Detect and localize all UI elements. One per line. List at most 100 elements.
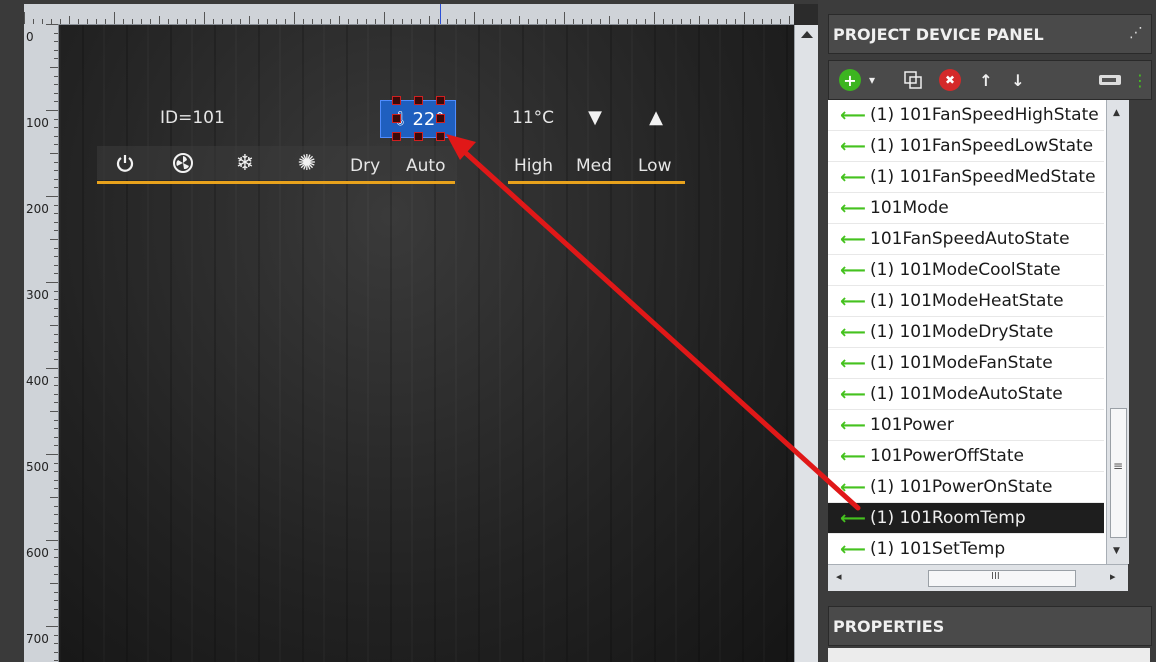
device-list-item[interactable]: ⟵ (1) 101ModeCoolState	[828, 255, 1104, 286]
copy-button[interactable]	[899, 69, 927, 91]
scroll-up-arrow-icon[interactable]	[801, 31, 813, 38]
device-list-item[interactable]: ⟵ 101Mode	[828, 193, 1104, 224]
ruler-tick	[50, 325, 58, 326]
panel-header: PROJECT DEVICE PANEL ⋰	[828, 14, 1152, 54]
green-arrow-icon: ⟵	[840, 414, 866, 436]
snowflake-icon: ❄	[235, 150, 255, 176]
temp-up-button[interactable]: ▲	[641, 102, 671, 132]
ruler-tick	[366, 19, 367, 24]
ruler-tick	[582, 19, 583, 24]
ruler-tick	[54, 342, 58, 344]
properties-header: PROPERTIES	[828, 606, 1152, 646]
device-list-item[interactable]: ⟵ 101PowerOffState	[828, 441, 1104, 472]
power-icon	[116, 155, 134, 172]
add-dropdown-button[interactable]: ▾	[865, 69, 879, 91]
ruler-tick	[141, 19, 142, 24]
project-device-panel: PROJECT DEVICE PANEL ⋰ + ▾ ✖ ↑ ↓ ⋮ ⟵ (1)…	[818, 0, 1156, 662]
auto-mode-button[interactable]: Auto	[406, 156, 445, 176]
ruler-tick	[636, 19, 637, 24]
ruler-tick	[339, 16, 340, 24]
device-list-item[interactable]: ⟵ 101Power	[828, 410, 1104, 441]
ruler-tick	[267, 19, 268, 24]
ruler-tick	[609, 16, 610, 24]
ruler-tick	[54, 505, 58, 507]
device-id-label[interactable]: ID=101	[160, 108, 225, 128]
ruler-tick	[672, 19, 673, 24]
resize-handle[interactable]	[436, 132, 445, 141]
device-list-item[interactable]: ⟵ (1) 101ModeFanState	[828, 348, 1104, 379]
ruler-tick	[231, 19, 232, 24]
rename-button[interactable]	[1097, 69, 1123, 91]
device-list-item[interactable]: ⟵ (1) 101ModeAutoState	[828, 379, 1104, 410]
resize-handle[interactable]	[436, 96, 445, 105]
ruler-tick	[46, 24, 58, 25]
green-arrow-icon: ⟵	[840, 383, 866, 405]
scroll-up-arrow-icon[interactable]: ▲	[1113, 108, 1120, 118]
fan-high-button[interactable]: High	[514, 156, 553, 176]
triangle-up-icon: ▲	[649, 106, 663, 128]
ruler-tick	[483, 19, 484, 24]
device-list-horizontal-scrollbar[interactable]: ◂ III ▸	[828, 564, 1128, 591]
add-button[interactable]: +	[839, 69, 861, 91]
device-list-item[interactable]: ⟵ (1) 101PowerOnState	[828, 472, 1104, 503]
ruler-tick	[249, 16, 250, 24]
ruler-tick	[54, 574, 58, 576]
scrollbar-thumb[interactable]: ≡	[1110, 408, 1127, 538]
device-list-item[interactable]: ⟵ (1) 101FanSpeedMedState	[828, 162, 1104, 193]
device-list-vertical-scrollbar[interactable]: ▲ ≡ ▼	[1106, 100, 1129, 564]
ruler-tick	[60, 19, 61, 24]
cool-mode-button[interactable]: ❄	[230, 148, 260, 178]
ruler-label: 400	[26, 374, 49, 388]
more-tools-icon[interactable]: ⋮	[1132, 69, 1148, 91]
resize-handle[interactable]	[414, 132, 423, 141]
fan-mode-button[interactable]	[168, 148, 198, 178]
scroll-left-arrow-icon[interactable]: ◂	[836, 570, 842, 583]
vertical-ruler: 0 100 200 300 400 500 600 700	[24, 24, 59, 662]
resize-handle[interactable]	[436, 114, 445, 123]
fan-low-button[interactable]: Low	[638, 156, 671, 176]
device-list-item[interactable]: ⟵ (1) 101FanSpeedLowState	[828, 131, 1104, 162]
power-button[interactable]	[110, 148, 140, 178]
device-list-item[interactable]: ⟵ (1) 101ModeHeatState	[828, 286, 1104, 317]
move-down-button[interactable]: ↓	[1007, 69, 1029, 91]
ruler-tick	[54, 221, 58, 223]
device-list-item-label: 101Mode	[870, 198, 949, 218]
canvas-vertical-scrollbar[interactable]	[794, 25, 819, 662]
move-up-button[interactable]: ↑	[975, 69, 997, 91]
resize-handle[interactable]	[414, 96, 423, 105]
horizontal-scrollbar-thumb[interactable]: III	[928, 570, 1076, 587]
resize-handle[interactable]	[392, 96, 401, 105]
resize-handle[interactable]	[392, 132, 401, 141]
green-arrow-icon: ⟵	[840, 507, 866, 529]
heat-mode-button[interactable]: ✺	[292, 148, 322, 178]
resize-handle[interactable]	[392, 114, 401, 123]
outside-temp-label[interactable]: 11°C	[512, 108, 554, 128]
device-list-item-label: 101FanSpeedAutoState	[870, 229, 1070, 249]
scroll-down-arrow-icon[interactable]: ▼	[1113, 546, 1120, 556]
scroll-right-arrow-icon[interactable]: ▸	[1110, 570, 1116, 583]
ruler-tick	[708, 19, 709, 24]
editor-frame-left	[0, 0, 24, 662]
mode-bar-underline	[97, 181, 455, 184]
ruler-tick	[54, 290, 58, 292]
pin-icon[interactable]: ⋰	[1129, 25, 1143, 41]
dry-mode-button[interactable]: Dry	[350, 156, 380, 176]
device-list-item-label: (1) 101FanSpeedMedState	[870, 167, 1096, 187]
ruler-tick	[213, 19, 214, 24]
device-list-item[interactable]: ⟵ (1) 101FanSpeedHighState	[828, 100, 1104, 131]
scrollbar-grip: ≡	[1113, 459, 1124, 473]
ruler-tick	[54, 256, 58, 258]
ruler-tick	[46, 540, 58, 541]
temp-down-button[interactable]: ▼	[580, 102, 610, 132]
delete-button[interactable]: ✖	[939, 69, 961, 91]
green-arrow-icon: ⟵	[840, 476, 866, 498]
device-list-item[interactable]: ⟵ (1) 101SetTemp	[828, 534, 1104, 564]
device-list-item[interactable]: ⟵ 101FanSpeedAutoState	[828, 224, 1104, 255]
ruler-tick	[420, 19, 421, 24]
device-list-item[interactable]: ⟵ (1) 101RoomTemp	[828, 503, 1104, 534]
device-list-item[interactable]: ⟵ (1) 101ModeDryState	[828, 317, 1104, 348]
fan-med-button[interactable]: Med	[576, 156, 612, 176]
device-list-item-label: (1) 101PowerOnState	[870, 477, 1053, 497]
ruler-tick	[54, 170, 58, 172]
ruler-tick	[258, 19, 259, 24]
